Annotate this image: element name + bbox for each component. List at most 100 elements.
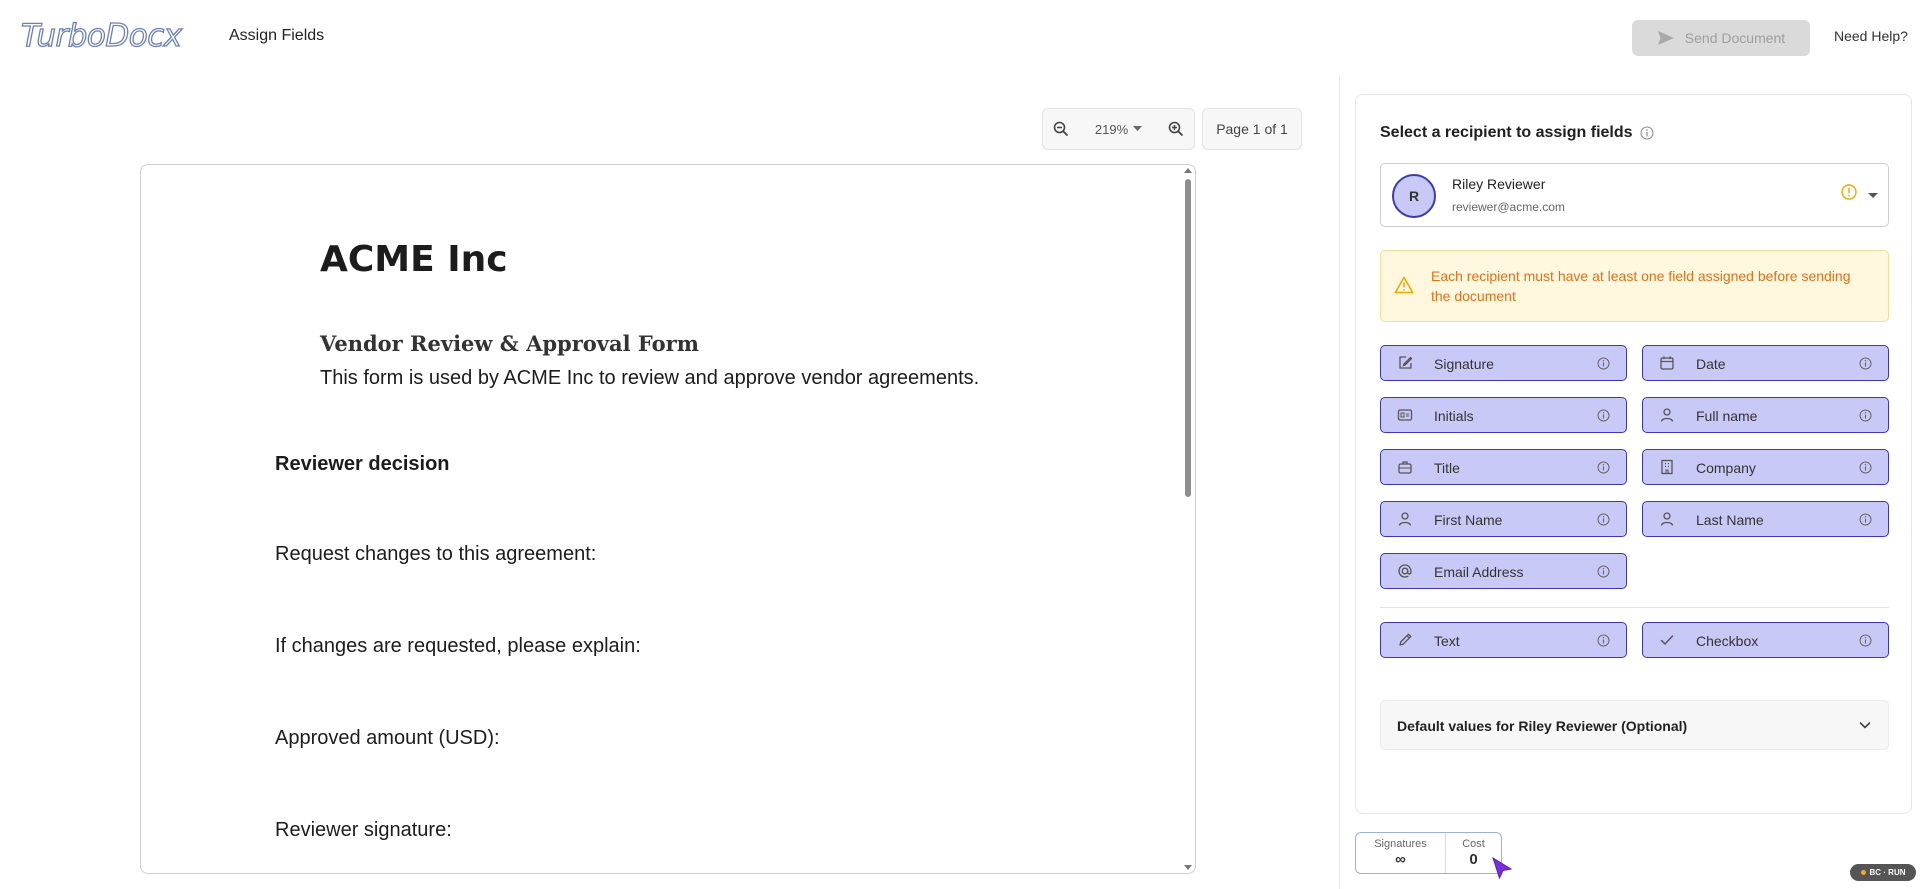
field-full-name[interactable]: Full name [1642,397,1889,433]
recipient-avatar: R [1392,174,1436,218]
top-bar: TurboDocx Assign Fields Send Document Ne… [0,0,1920,76]
zoom-select[interactable]: 219% [1094,121,1143,137]
page-title: Assign Fields [229,27,325,44]
document-line-explain: If changes are requested, please explain… [275,635,641,657]
field-label: Signature [1434,356,1494,372]
field-checkbox[interactable]: Checkbox [1642,622,1889,658]
signature-icon [1397,355,1413,371]
logo-text: TurboDoc [20,17,165,54]
zoom-out-icon[interactable] [1053,121,1069,137]
fields-divider [1380,607,1889,608]
warning-text: Each recipient must have at least one fi… [1431,268,1851,304]
logo-x: x [163,17,183,54]
field-first-name[interactable]: First Name [1380,501,1627,537]
field-label: Title [1434,460,1460,476]
document-description: This form is used by ACME Inc to review … [320,367,980,389]
document-viewer[interactable]: ACME Inc Vendor Review & Approval Form T… [140,164,1196,874]
field-label: Checkbox [1696,633,1759,649]
initials-icon [1397,407,1413,423]
user-icon [1397,511,1413,527]
scroll-up-arrow[interactable] [1184,168,1192,173]
field-label: Full name [1696,408,1758,424]
info-icon[interactable] [1859,461,1872,474]
vertical-divider [1339,76,1340,889]
panel-heading: Select a recipient to assign fields [1380,124,1654,142]
info-icon[interactable] [1597,461,1610,474]
field-initials[interactable]: Initials [1380,397,1627,433]
signatures-label: Signatures [1374,838,1427,850]
user-icon [1659,511,1675,527]
status-badge: BC · RUN [1850,864,1916,881]
info-icon[interactable] [1859,634,1872,647]
building-icon [1659,459,1675,475]
info-icon[interactable] [1859,513,1872,526]
cursor-pointer-icon [1490,856,1514,880]
zoom-value: 219% [1094,121,1129,137]
document-section-heading: Reviewer decision [275,453,450,475]
field-company[interactable]: Company [1642,449,1889,485]
document-line-signature: Reviewer signature: [275,819,452,841]
field-text[interactable]: Text [1380,622,1627,658]
info-icon[interactable] [1597,634,1610,647]
default-values-label: Default values for Riley Reviewer (Optio… [1397,718,1688,734]
briefcase-icon [1397,459,1413,475]
document-line-request-changes: Request changes to this agreement: [275,543,597,565]
send-document-label: Send Document [1684,30,1786,46]
field-email-address[interactable]: Email Address [1380,553,1627,589]
usage-stats: Signatures ∞ Cost 0 [1355,832,1502,874]
zoom-control: 219% [1042,108,1195,150]
status-dot [1860,870,1866,875]
send-icon [1657,30,1675,46]
info-icon[interactable] [1597,565,1610,578]
user-icon [1659,407,1675,423]
calendar-icon [1659,355,1675,371]
field-label: First Name [1434,512,1503,528]
field-date[interactable]: Date [1642,345,1889,381]
field-label: Initials [1434,408,1474,424]
field-label: Date [1696,356,1726,372]
pencil-icon [1397,632,1413,648]
scrollbar-thumb[interactable] [1185,179,1191,497]
info-icon[interactable] [1859,357,1872,370]
signatures-value: ∞ [1395,851,1406,868]
info-icon[interactable] [1597,357,1610,370]
chevron-down-icon [1868,193,1878,198]
recipient-email: reviewer@acme.com [1452,200,1565,214]
assign-fields-panel: Select a recipient to assign fields R Ri… [1355,94,1912,814]
signatures-stat: Signatures ∞ [1356,833,1445,873]
chevron-down-icon [1133,126,1143,132]
cost-label: Cost [1462,838,1485,850]
alert-triangle-icon [1394,276,1414,294]
info-icon[interactable] [1597,513,1610,526]
at-icon [1397,563,1413,579]
info-icon[interactable] [1597,409,1610,422]
field-signature[interactable]: Signature [1380,345,1627,381]
field-label: Company [1696,460,1756,476]
field-label: Text [1434,633,1460,649]
field-title[interactable]: Title [1380,449,1627,485]
zoom-in-icon[interactable] [1168,121,1184,137]
field-last-name[interactable]: Last Name [1642,501,1889,537]
turbodocx-logo[interactable]: TurboDocx [20,17,183,54]
document-scrollbar[interactable] [1181,165,1195,873]
field-label: Last Name [1696,512,1764,528]
scroll-down-arrow[interactable] [1184,865,1192,870]
recipient-name: Riley Reviewer [1452,176,1546,192]
default-values-accordion[interactable]: Default values for Riley Reviewer (Optio… [1380,700,1889,750]
badge-text: BC · RUN [1869,868,1906,877]
panel-heading-text: Select a recipient to assign fields [1380,124,1633,141]
check-icon [1659,632,1675,648]
document-line-approved-amount: Approved amount (USD): [275,727,500,749]
page-indicator[interactable]: Page 1 of 1 [1202,108,1302,150]
document-company: ACME Inc [320,239,508,280]
recipient-warning-icon [1841,184,1857,200]
recipient-select[interactable]: R Riley Reviewer reviewer@acme.com [1380,163,1889,227]
field-label: Email Address [1434,564,1524,580]
send-document-button[interactable]: Send Document [1632,20,1810,56]
need-help-link[interactable]: Need Help? [1834,28,1908,44]
warning-alert: Each recipient must have at least one fi… [1380,250,1889,322]
info-icon[interactable] [1859,409,1872,422]
info-icon[interactable] [1640,126,1654,140]
chevron-down-icon [1858,718,1872,732]
document-form-title: Vendor Review & Approval Form [320,331,699,356]
